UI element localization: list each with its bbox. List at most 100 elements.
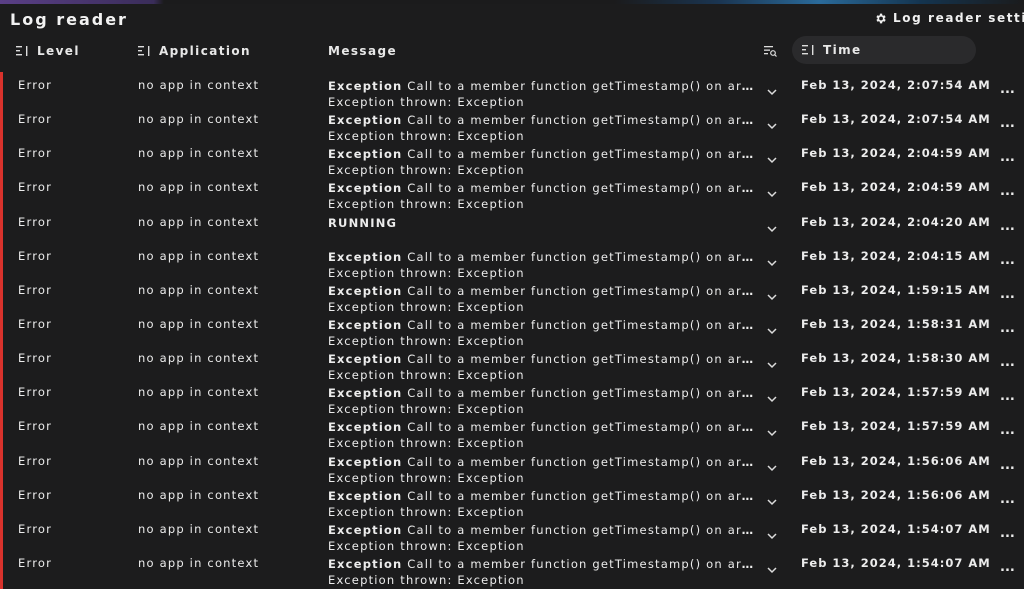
log-message-type: Exception <box>328 420 403 435</box>
table-row[interactable]: Error no app in context Exception Call t… <box>3 140 1024 177</box>
log-level: Error <box>18 351 53 366</box>
chevron-down-icon[interactable] <box>766 531 778 541</box>
table-row[interactable]: Error no app in context Exception Call t… <box>3 482 1024 519</box>
log-reader-panel: Log reader Log reader settings Level App… <box>0 4 1024 589</box>
table-row[interactable]: Error no app in context Exception Call t… <box>3 345 1024 382</box>
log-level: Error <box>18 419 53 434</box>
chevron-down-icon[interactable] <box>766 87 778 97</box>
log-time: Feb 13, 2024, 2:04:59 AM <box>801 146 991 161</box>
log-message-text: Call to a member function getTimestamp()… <box>402 556 756 571</box>
log-level: Error <box>18 282 53 297</box>
log-message: RUNNING <box>328 215 756 231</box>
chevron-down-icon[interactable] <box>766 224 778 234</box>
more-dots-icon[interactable]: ... <box>1000 82 1015 97</box>
more-dots-icon[interactable]: ... <box>1000 492 1015 507</box>
more-dots-icon[interactable]: ... <box>1000 184 1015 199</box>
filter-search-icon <box>764 46 777 57</box>
sort-icon <box>802 45 814 55</box>
chevron-down-icon[interactable] <box>766 292 778 302</box>
log-level: Error <box>18 180 53 195</box>
log-time: Feb 13, 2024, 1:58:31 AM <box>801 316 991 331</box>
log-level: Error <box>18 487 53 502</box>
column-header-application[interactable]: Application <box>138 36 251 66</box>
chevron-down-icon[interactable] <box>766 360 778 370</box>
table-row[interactable]: Error no app in context Exception Call t… <box>3 550 1024 587</box>
table-row[interactable]: Error no app in context Exception Call t… <box>3 379 1024 416</box>
log-time: Feb 13, 2024, 1:56:06 AM <box>801 487 991 502</box>
log-time: Feb 13, 2024, 2:04:20 AM <box>801 214 991 229</box>
page-title: Log reader <box>10 10 128 29</box>
more-dots-icon[interactable]: ... <box>1000 321 1015 336</box>
gear-icon <box>876 13 886 23</box>
settings-label: Log reader settings <box>893 11 1024 25</box>
log-message-text: Call to a member function getTimestamp()… <box>402 113 756 128</box>
column-header-level[interactable]: Level <box>16 36 80 66</box>
chevron-down-icon[interactable] <box>766 121 778 131</box>
more-dots-icon[interactable]: ... <box>1000 219 1015 234</box>
log-application: no app in context <box>138 248 260 263</box>
log-table-body: Error no app in context Exception Call t… <box>0 72 1024 589</box>
log-message-type: Exception <box>328 522 403 537</box>
table-row[interactable]: Error no app in context Exception Call t… <box>3 106 1024 143</box>
log-application: no app in context <box>138 112 260 127</box>
chevron-down-icon[interactable] <box>766 497 778 507</box>
log-message-text: Call to a member function getTimestamp()… <box>402 352 756 367</box>
chevron-down-icon[interactable] <box>766 258 778 268</box>
table-row[interactable]: Error no app in context Exception Call t… <box>3 413 1024 450</box>
chevron-down-icon[interactable] <box>766 565 778 575</box>
more-dots-icon[interactable]: ... <box>1000 560 1015 575</box>
table-row[interactable]: Error no app in context Exception Call t… <box>3 72 1024 109</box>
table-row[interactable]: Error no app in context Exception Call t… <box>3 311 1024 348</box>
table-row[interactable]: Error no app in context Exception Call t… <box>3 243 1024 280</box>
log-message-text: Call to a member function getTimestamp()… <box>402 249 756 264</box>
log-application: no app in context <box>138 487 260 502</box>
log-message-text: Call to a member function getTimestamp()… <box>402 181 756 196</box>
log-level: Error <box>18 214 53 229</box>
more-dots-icon[interactable]: ... <box>1000 116 1015 131</box>
log-reader-settings-button[interactable]: Log reader settings <box>874 11 1024 25</box>
more-dots-icon[interactable]: ... <box>1000 458 1015 473</box>
more-dots-icon[interactable]: ... <box>1000 253 1015 268</box>
log-application: no app in context <box>138 180 260 195</box>
sort-icon <box>138 46 150 56</box>
log-message-type: Exception <box>328 386 403 401</box>
log-message: Exception Call to a member function getT… <box>328 556 756 588</box>
log-time: Feb 13, 2024, 1:54:07 AM <box>801 555 991 570</box>
log-message-text: Call to a member function getTimestamp()… <box>402 283 756 298</box>
log-message-type: Exception <box>328 317 403 332</box>
sort-icon <box>16 46 28 56</box>
more-dots-icon[interactable]: ... <box>1000 150 1015 165</box>
column-header-time[interactable]: Time <box>792 36 976 64</box>
table-row[interactable]: Error no app in context RUNNING Feb 13, … <box>3 209 1024 243</box>
message-filter-button[interactable] <box>764 36 777 66</box>
table-row[interactable]: Error no app in context Exception Call t… <box>3 277 1024 314</box>
log-level: Error <box>18 555 53 570</box>
table-row[interactable]: Error no app in context Exception Call t… <box>3 448 1024 485</box>
chevron-down-icon[interactable] <box>766 189 778 199</box>
more-dots-icon[interactable]: ... <box>1000 423 1015 438</box>
log-time: Feb 13, 2024, 1:57:59 AM <box>801 385 991 400</box>
chevron-down-icon[interactable] <box>766 155 778 165</box>
log-level: Error <box>18 453 53 468</box>
table-row[interactable]: Error no app in context Exception Call t… <box>3 516 1024 553</box>
log-message-type: Exception <box>328 79 403 93</box>
log-application: no app in context <box>138 282 260 297</box>
log-application: no app in context <box>138 351 260 366</box>
chevron-down-icon[interactable] <box>766 463 778 473</box>
more-dots-icon[interactable]: ... <box>1000 526 1015 541</box>
more-dots-icon[interactable]: ... <box>1000 355 1015 370</box>
chevron-down-icon[interactable] <box>766 428 778 438</box>
more-dots-icon[interactable]: ... <box>1000 389 1015 404</box>
log-time: Feb 13, 2024, 2:07:54 AM <box>801 112 991 127</box>
log-message-type: Exception <box>328 147 403 162</box>
column-label-level: Level <box>37 44 80 58</box>
log-application: no app in context <box>138 453 260 468</box>
more-dots-icon[interactable]: ... <box>1000 287 1015 302</box>
chevron-down-icon[interactable] <box>766 326 778 336</box>
log-message-type: Exception <box>328 249 403 264</box>
log-application: no app in context <box>138 385 260 400</box>
chevron-down-icon[interactable] <box>766 394 778 404</box>
log-time: Feb 13, 2024, 2:04:59 AM <box>801 180 991 195</box>
table-row[interactable]: Error no app in context Exception Call t… <box>3 174 1024 211</box>
log-time: Feb 13, 2024, 2:04:15 AM <box>801 248 991 263</box>
